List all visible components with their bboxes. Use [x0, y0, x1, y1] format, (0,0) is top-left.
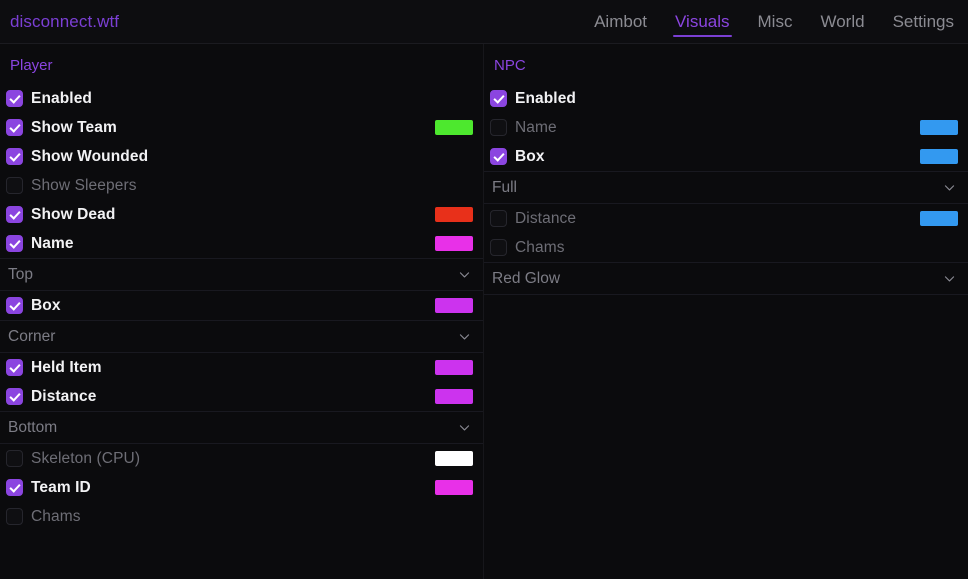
toggle-row-enabled[interactable]: Enabled — [484, 84, 968, 113]
toggle-row-show-wounded[interactable]: Show Wounded — [0, 142, 483, 171]
cheat-menu-window: disconnect.wtf Aimbot Visuals Misc World Set… — [0, 0, 968, 579]
dropdown-red-glow[interactable]: Red Glow — [484, 262, 968, 295]
checkbox-checked-icon[interactable] — [490, 90, 507, 107]
dropdown-label: Bottom — [8, 418, 58, 436]
toggle-label: Box — [31, 296, 61, 314]
panels-container: Player Enabled Show Team Show Wounded Show … — [0, 44, 968, 579]
checkbox-unchecked-icon[interactable] — [490, 119, 507, 136]
chevron-down-icon[interactable] — [458, 421, 471, 434]
color-swatch-show-team[interactable] — [435, 120, 473, 135]
color-swatch-box[interactable] — [920, 149, 958, 164]
dropdown-label: Red Glow — [492, 269, 561, 287]
dropdown-full[interactable]: Full — [484, 171, 968, 204]
tab-aimbot[interactable]: Aimbot — [580, 0, 661, 43]
toggle-label: Team ID — [31, 478, 91, 496]
checkbox-checked-icon[interactable] — [6, 359, 23, 376]
toggle-row-skeleton-cpu[interactable]: Skeleton (CPU) — [0, 444, 483, 473]
tab-settings[interactable]: Settings — [879, 0, 968, 43]
brand-title: disconnect.wtf — [10, 11, 120, 31]
toggle-row-show-dead[interactable]: Show Dead — [0, 200, 483, 229]
npc-panel: NPC Enabled Name Box Full Distance Chams Red G… — [484, 44, 968, 579]
color-swatch-name[interactable] — [435, 236, 473, 251]
player-panel: Player Enabled Show Team Show Wounded Show … — [0, 44, 484, 579]
color-swatch-box[interactable] — [435, 298, 473, 313]
toggle-label: Distance — [31, 387, 97, 405]
toggle-row-show-team[interactable]: Show Team — [0, 113, 483, 142]
toggle-row-held-item[interactable]: Held Item — [0, 353, 483, 382]
toggle-row-chams[interactable]: Chams — [0, 502, 483, 531]
checkbox-checked-icon[interactable] — [6, 90, 23, 107]
dropdown-label: Corner — [8, 327, 56, 345]
chevron-down-icon[interactable] — [943, 272, 956, 285]
toggle-row-name[interactable]: Name — [0, 229, 483, 258]
toggle-row-box[interactable]: Box — [0, 291, 483, 320]
player-panel-title: Player — [10, 56, 53, 74]
tab-bar: Aimbot Visuals Misc World Settings — [580, 0, 968, 43]
toggle-row-distance[interactable]: Distance — [484, 204, 968, 233]
toggle-label: Show Dead — [31, 205, 116, 223]
toggle-label: Name — [515, 118, 557, 136]
toggle-label: Enabled — [31, 89, 92, 107]
toggle-label: Show Wounded — [31, 147, 149, 165]
checkbox-unchecked-icon[interactable] — [6, 508, 23, 525]
chevron-down-icon[interactable] — [943, 181, 956, 194]
toggle-label: Name — [31, 234, 74, 252]
color-swatch-skeleton-cpu[interactable] — [435, 451, 473, 466]
toggle-label: Show Sleepers — [31, 176, 137, 194]
dropdown-bottom[interactable]: Bottom — [0, 411, 483, 444]
dropdown-label: Top — [8, 265, 33, 283]
tab-world[interactable]: World — [806, 0, 878, 43]
toggle-label: Enabled — [515, 89, 576, 107]
checkbox-unchecked-icon[interactable] — [490, 210, 507, 227]
color-swatch-show-dead[interactable] — [435, 207, 473, 222]
toggle-label: Chams — [31, 507, 81, 525]
checkbox-checked-icon[interactable] — [6, 297, 23, 314]
npc-panel-rows: Enabled Name Box Full Distance Chams Red Glow — [484, 84, 968, 295]
checkbox-checked-icon[interactable] — [6, 235, 23, 252]
checkbox-checked-icon[interactable] — [490, 148, 507, 165]
tab-misc[interactable]: Misc — [744, 0, 807, 43]
tab-visuals[interactable]: Visuals — [661, 0, 744, 43]
checkbox-checked-icon[interactable] — [6, 479, 23, 496]
toggle-row-box[interactable]: Box — [484, 142, 968, 171]
chevron-down-icon[interactable] — [458, 268, 471, 281]
toggle-label: Held Item — [31, 358, 102, 376]
toggle-row-show-sleepers[interactable]: Show Sleepers — [0, 171, 483, 200]
toggle-row-name[interactable]: Name — [484, 113, 968, 142]
color-swatch-distance[interactable] — [435, 389, 473, 404]
dropdown-top[interactable]: Top — [0, 258, 483, 291]
chevron-down-icon[interactable] — [458, 330, 471, 343]
toggle-label: Distance — [515, 209, 577, 227]
toggle-label: Show Team — [31, 118, 117, 136]
checkbox-unchecked-icon[interactable] — [490, 239, 507, 256]
player-panel-rows: Enabled Show Team Show Wounded Show Sleeper… — [0, 84, 483, 531]
toggle-label: Chams — [515, 238, 565, 256]
checkbox-unchecked-icon[interactable] — [6, 177, 23, 194]
toggle-label: Box — [515, 147, 545, 165]
dropdown-corner[interactable]: Corner — [0, 320, 483, 353]
checkbox-checked-icon[interactable] — [6, 148, 23, 165]
color-swatch-distance[interactable] — [920, 211, 958, 226]
checkbox-checked-icon[interactable] — [6, 119, 23, 136]
color-swatch-team-id[interactable] — [435, 480, 473, 495]
toggle-row-chams[interactable]: Chams — [484, 233, 968, 262]
toggle-row-enabled[interactable]: Enabled — [0, 84, 483, 113]
dropdown-label: Full — [492, 178, 517, 196]
checkbox-checked-icon[interactable] — [6, 206, 23, 223]
toggle-row-team-id[interactable]: Team ID — [0, 473, 483, 502]
window-header: disconnect.wtf Aimbot Visuals Misc World Set… — [0, 0, 968, 44]
checkbox-checked-icon[interactable] — [6, 388, 23, 405]
color-swatch-held-item[interactable] — [435, 360, 473, 375]
npc-panel-title: NPC — [494, 56, 526, 74]
toggle-label: Skeleton (CPU) — [31, 449, 141, 467]
checkbox-unchecked-icon[interactable] — [6, 450, 23, 467]
toggle-row-distance[interactable]: Distance — [0, 382, 483, 411]
color-swatch-name[interactable] — [920, 120, 958, 135]
